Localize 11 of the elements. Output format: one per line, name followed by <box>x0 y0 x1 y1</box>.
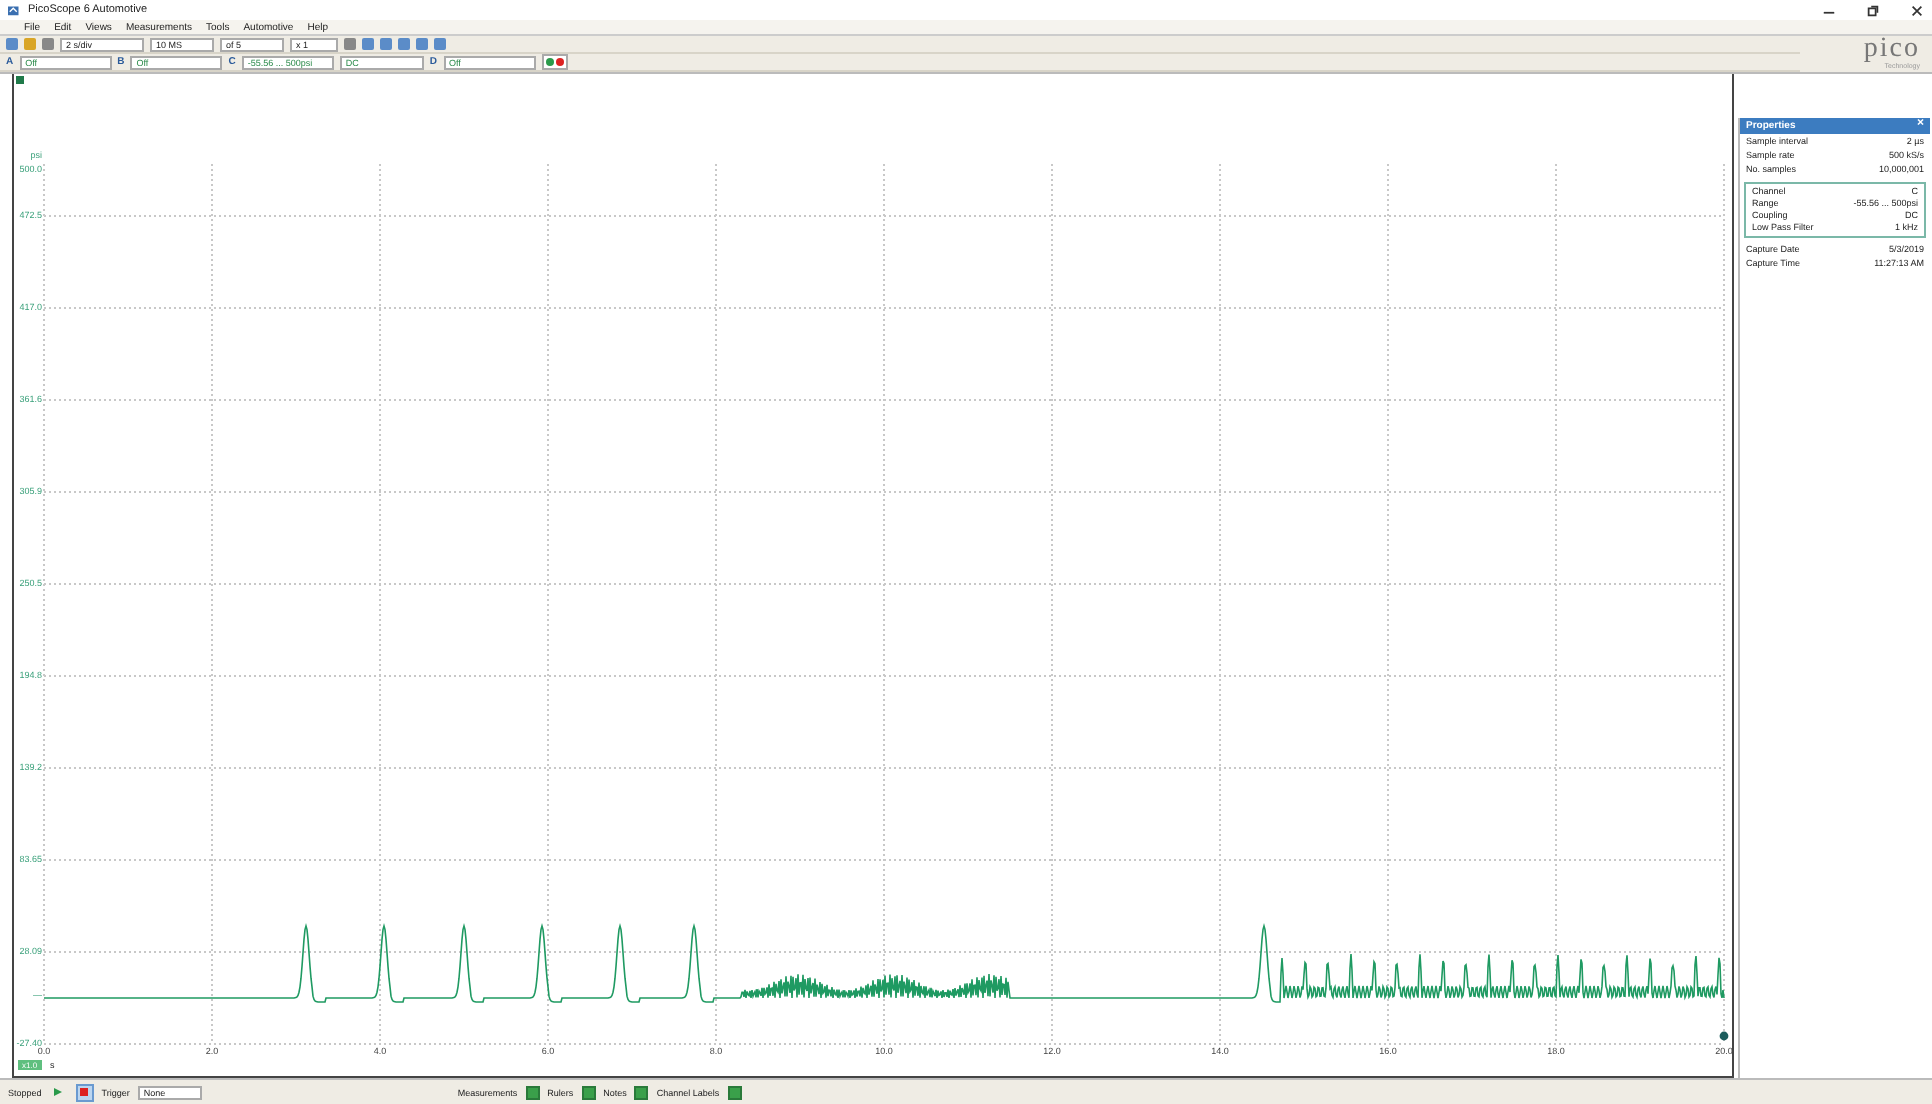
close-icon[interactable] <box>1910 3 1924 17</box>
stop-button[interactable] <box>75 1083 94 1101</box>
ruler-handle[interactable] <box>1719 1031 1729 1041</box>
logo-text: pico <box>1863 38 1920 62</box>
toggle-icon[interactable] <box>727 1085 742 1099</box>
toggle-icon[interactable] <box>581 1085 596 1099</box>
channel-marker <box>16 76 24 84</box>
channel-dots-icon[interactable] <box>541 54 567 70</box>
toggle-icon[interactable] <box>525 1085 540 1099</box>
toggle-icon[interactable] <box>634 1085 649 1099</box>
restore-icon[interactable] <box>1866 3 1880 17</box>
